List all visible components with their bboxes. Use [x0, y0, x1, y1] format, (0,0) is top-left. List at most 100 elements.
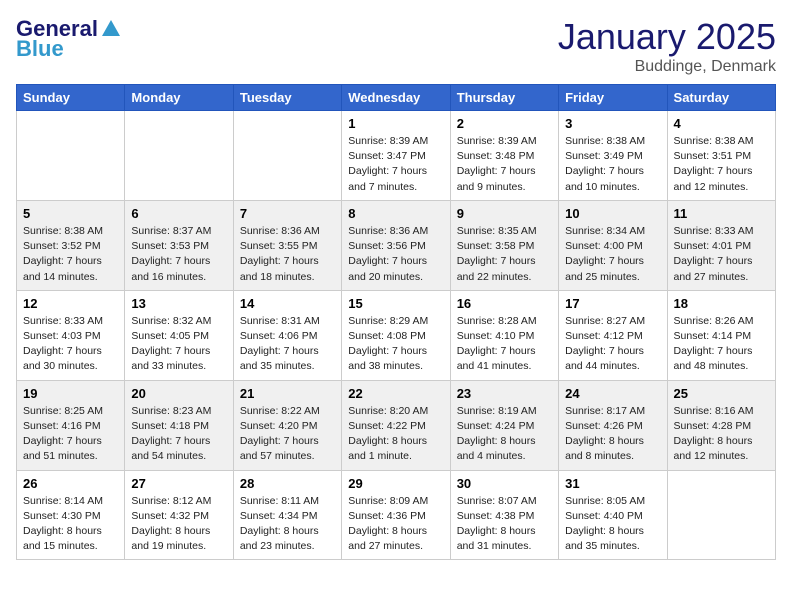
- day-number: 11: [674, 206, 769, 221]
- day-info: Sunrise: 8:25 AMSunset: 4:16 PMDaylight:…: [23, 404, 118, 465]
- calendar-day-19: 19 Sunrise: 8:25 AMSunset: 4:16 PMDayligh…: [17, 380, 125, 470]
- calendar-day-29: 29 Sunrise: 8:09 AMSunset: 4:36 PMDayligh…: [342, 470, 450, 560]
- calendar-table: SundayMondayTuesdayWednesdayThursdayFrid…: [16, 84, 776, 560]
- day-number: 1: [348, 116, 443, 131]
- page-header: General Blue January 2025 Buddinge, Denm…: [16, 16, 776, 76]
- day-number: 3: [565, 116, 660, 131]
- day-number: 30: [457, 476, 552, 491]
- calendar-day-12: 12 Sunrise: 8:33 AMSunset: 4:03 PMDayligh…: [17, 290, 125, 380]
- day-number: 14: [240, 296, 335, 311]
- weekday-header-sunday: Sunday: [17, 85, 125, 111]
- empty-day-cell: [125, 111, 233, 201]
- day-number: 31: [565, 476, 660, 491]
- day-info: Sunrise: 8:05 AMSunset: 4:40 PMDaylight:…: [565, 494, 660, 555]
- calendar-day-31: 31 Sunrise: 8:05 AMSunset: 4:40 PMDayligh…: [559, 470, 667, 560]
- calendar-day-28: 28Sunrise: 8:11 AMSunset: 4:34 PMDayligh…: [233, 470, 341, 560]
- day-info: Sunrise: 8:38 AMSunset: 3:51 PMDaylight:…: [674, 134, 769, 195]
- calendar-day-3: 3Sunrise: 8:38 AMSunset: 3:49 PMDaylight…: [559, 111, 667, 201]
- day-number: 18: [674, 296, 769, 311]
- day-number: 15: [348, 296, 443, 311]
- calendar-day-17: 17 Sunrise: 8:27 AMSunset: 4:12 PMDayligh…: [559, 290, 667, 380]
- calendar-day-24: 24 Sunrise: 8:17 AMSunset: 4:26 PMDayligh…: [559, 380, 667, 470]
- day-info: Sunrise: 8:09 AMSunset: 4:36 PMDaylight:…: [348, 494, 443, 555]
- day-info: Sunrise: 8:23 AMSunset: 4:18 PMDaylight:…: [131, 404, 226, 465]
- day-number: 12: [23, 296, 118, 311]
- day-number: 24: [565, 386, 660, 401]
- day-info: Sunrise: 8:17 AMSunset: 4:26 PMDaylight:…: [565, 404, 660, 465]
- calendar-day-15: 15Sunrise: 8:29 AMSunset: 4:08 PMDayligh…: [342, 290, 450, 380]
- weekday-header-row: SundayMondayTuesdayWednesdayThursdayFrid…: [17, 85, 776, 111]
- day-info: Sunrise: 8:36 AMSunset: 3:56 PMDaylight:…: [348, 224, 443, 285]
- location-title: Buddinge, Denmark: [558, 58, 776, 76]
- day-number: 27: [131, 476, 226, 491]
- calendar-week-row: 26Sunrise: 8:14 AMSunset: 4:30 PMDayligh…: [17, 470, 776, 560]
- logo-blue: Blue: [16, 36, 64, 62]
- day-number: 4: [674, 116, 769, 131]
- day-number: 8: [348, 206, 443, 221]
- day-info: Sunrise: 8:14 AMSunset: 4:30 PMDaylight:…: [23, 494, 118, 555]
- empty-day-cell: [17, 111, 125, 201]
- day-info: Sunrise: 8:33 AMSunset: 4:03 PMDaylight:…: [23, 314, 118, 375]
- weekday-header-tuesday: Tuesday: [233, 85, 341, 111]
- day-number: 28: [240, 476, 335, 491]
- day-info: Sunrise: 8:28 AMSunset: 4:10 PMDaylight:…: [457, 314, 552, 375]
- day-info: Sunrise: 8:07 AMSunset: 4:38 PMDaylight:…: [457, 494, 552, 555]
- logo-icon: [100, 18, 122, 40]
- day-info: Sunrise: 8:36 AMSunset: 3:55 PMDaylight:…: [240, 224, 335, 285]
- calendar-day-4: 4 Sunrise: 8:38 AMSunset: 3:51 PMDaylight…: [667, 111, 775, 201]
- calendar-day-30: 30 Sunrise: 8:07 AMSunset: 4:38 PMDayligh…: [450, 470, 558, 560]
- day-info: Sunrise: 8:34 AMSunset: 4:00 PMDaylight:…: [565, 224, 660, 285]
- calendar-day-27: 27Sunrise: 8:12 AMSunset: 4:32 PMDayligh…: [125, 470, 233, 560]
- calendar-day-23: 23 Sunrise: 8:19 AMSunset: 4:24 PMDayligh…: [450, 380, 558, 470]
- weekday-header-thursday: Thursday: [450, 85, 558, 111]
- day-info: Sunrise: 8:35 AMSunset: 3:58 PMDaylight:…: [457, 224, 552, 285]
- calendar-week-row: 5Sunrise: 8:38 AMSunset: 3:52 PMDaylight…: [17, 200, 776, 290]
- day-info: Sunrise: 8:39 AMSunset: 3:48 PMDaylight:…: [457, 134, 552, 195]
- calendar-day-5: 5Sunrise: 8:38 AMSunset: 3:52 PMDaylight…: [17, 200, 125, 290]
- calendar-day-22: 22 Sunrise: 8:20 AMSunset: 4:22 PMDayligh…: [342, 380, 450, 470]
- empty-day-cell: [233, 111, 341, 201]
- day-info: Sunrise: 8:20 AMSunset: 4:22 PMDaylight:…: [348, 404, 443, 465]
- day-info: Sunrise: 8:31 AMSunset: 4:06 PMDaylight:…: [240, 314, 335, 375]
- day-info: Sunrise: 8:33 AMSunset: 4:01 PMDaylight:…: [674, 224, 769, 285]
- weekday-header-saturday: Saturday: [667, 85, 775, 111]
- title-block: January 2025 Buddinge, Denmark: [558, 16, 776, 76]
- calendar-day-13: 13Sunrise: 8:32 AMSunset: 4:05 PMDayligh…: [125, 290, 233, 380]
- calendar-day-14: 14 Sunrise: 8:31 AMSunset: 4:06 PMDayligh…: [233, 290, 341, 380]
- day-number: 19: [23, 386, 118, 401]
- day-info: Sunrise: 8:22 AMSunset: 4:20 PMDaylight:…: [240, 404, 335, 465]
- calendar-day-16: 16 Sunrise: 8:28 AMSunset: 4:10 PMDayligh…: [450, 290, 558, 380]
- day-info: Sunrise: 8:37 AMSunset: 3:53 PMDaylight:…: [131, 224, 226, 285]
- day-number: 22: [348, 386, 443, 401]
- day-info: Sunrise: 8:32 AMSunset: 4:05 PMDaylight:…: [131, 314, 226, 375]
- day-number: 5: [23, 206, 118, 221]
- day-number: 2: [457, 116, 552, 131]
- day-info: Sunrise: 8:27 AMSunset: 4:12 PMDaylight:…: [565, 314, 660, 375]
- day-number: 21: [240, 386, 335, 401]
- day-info: Sunrise: 8:16 AMSunset: 4:28 PMDaylight:…: [674, 404, 769, 465]
- calendar-day-2: 2 Sunrise: 8:39 AMSunset: 3:48 PMDaylight…: [450, 111, 558, 201]
- weekday-header-wednesday: Wednesday: [342, 85, 450, 111]
- day-info: Sunrise: 8:19 AMSunset: 4:24 PMDaylight:…: [457, 404, 552, 465]
- day-number: 9: [457, 206, 552, 221]
- calendar-day-6: 6Sunrise: 8:37 AMSunset: 3:53 PMDaylight…: [125, 200, 233, 290]
- day-number: 23: [457, 386, 552, 401]
- weekday-header-friday: Friday: [559, 85, 667, 111]
- calendar-week-row: 1Sunrise: 8:39 AMSunset: 3:47 PMDaylight…: [17, 111, 776, 201]
- calendar-day-9: 9 Sunrise: 8:35 AMSunset: 3:58 PMDaylight…: [450, 200, 558, 290]
- month-title: January 2025: [558, 16, 776, 58]
- day-number: 17: [565, 296, 660, 311]
- calendar-day-20: 20Sunrise: 8:23 AMSunset: 4:18 PMDayligh…: [125, 380, 233, 470]
- calendar-day-21: 21 Sunrise: 8:22 AMSunset: 4:20 PMDayligh…: [233, 380, 341, 470]
- calendar-day-8: 8 Sunrise: 8:36 AMSunset: 3:56 PMDaylight…: [342, 200, 450, 290]
- empty-day-cell: [667, 470, 775, 560]
- day-number: 25: [674, 386, 769, 401]
- calendar-day-10: 10 Sunrise: 8:34 AMSunset: 4:00 PMDayligh…: [559, 200, 667, 290]
- calendar-day-18: 18Sunrise: 8:26 AMSunset: 4:14 PMDayligh…: [667, 290, 775, 380]
- day-number: 29: [348, 476, 443, 491]
- day-number: 7: [240, 206, 335, 221]
- calendar-week-row: 19 Sunrise: 8:25 AMSunset: 4:16 PMDayligh…: [17, 380, 776, 470]
- day-number: 10: [565, 206, 660, 221]
- weekday-header-monday: Monday: [125, 85, 233, 111]
- day-number: 16: [457, 296, 552, 311]
